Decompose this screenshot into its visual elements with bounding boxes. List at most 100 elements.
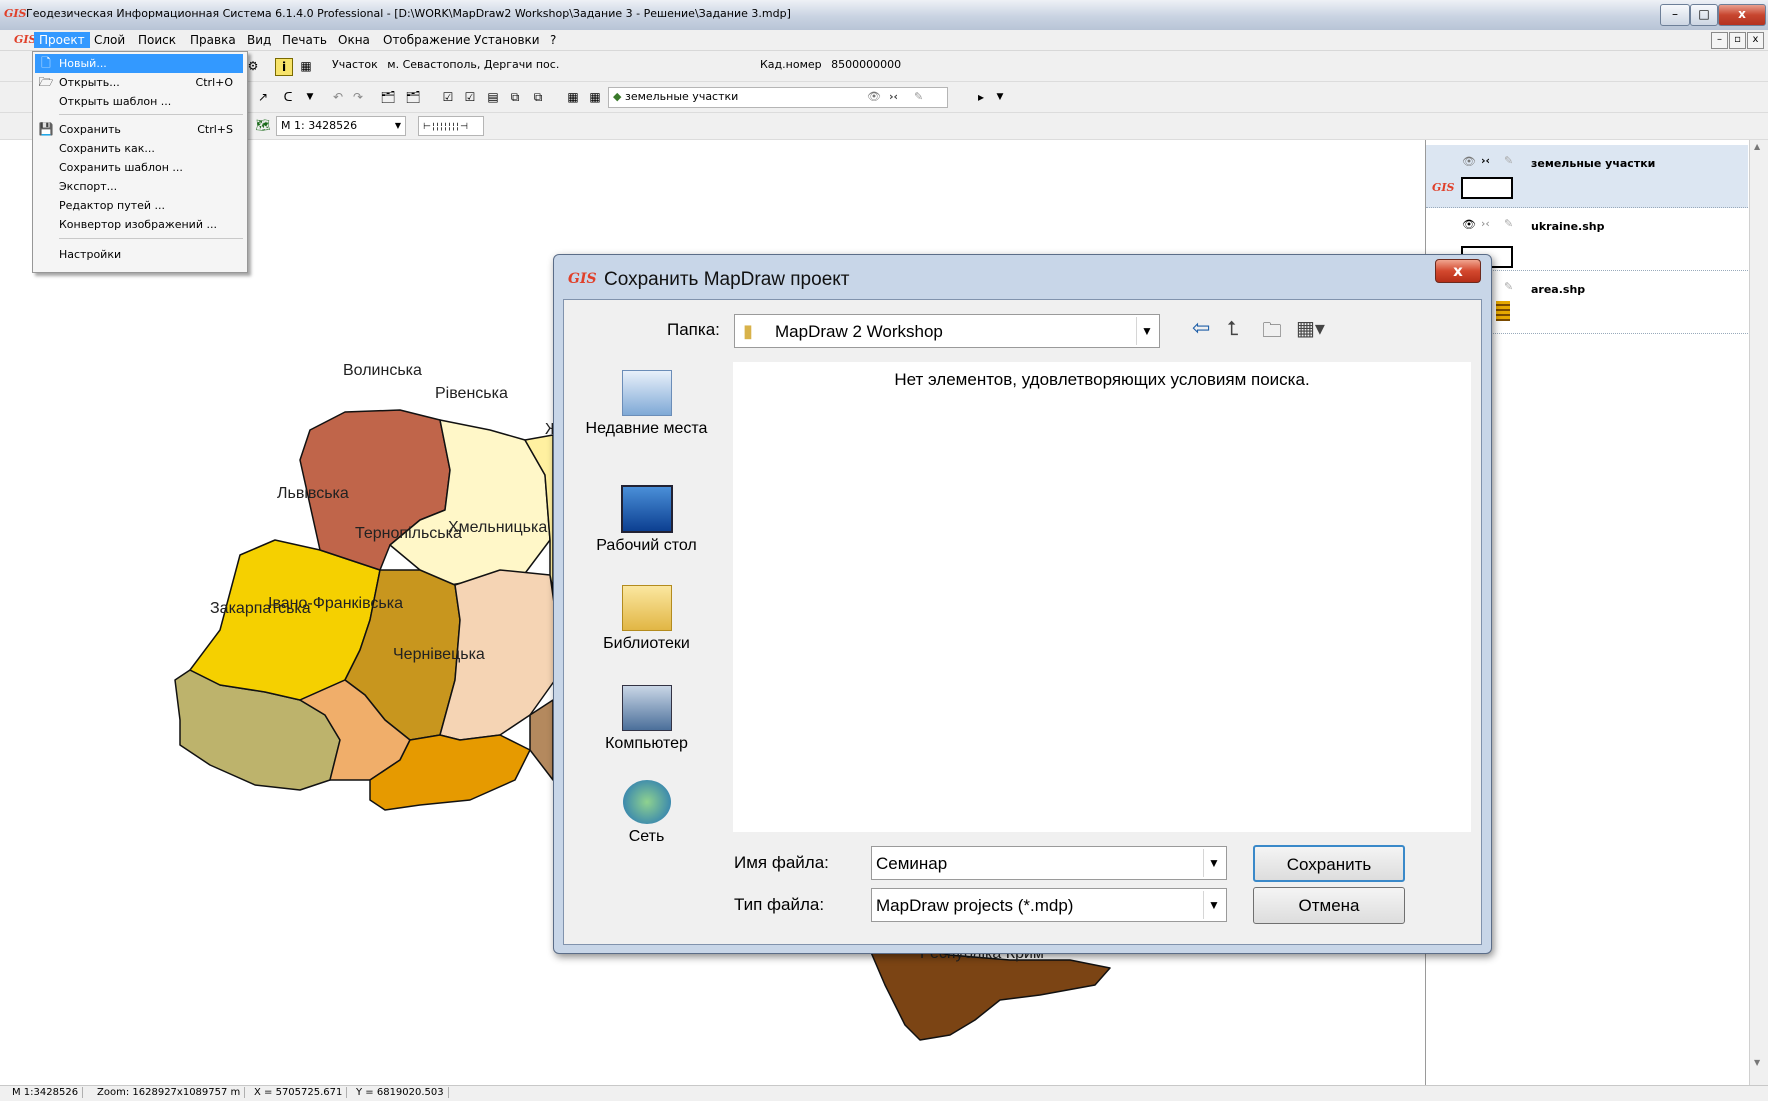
layer-edit-icon[interactable]: 🗂 [405, 89, 421, 105]
menu-item-new[interactable]: 🗋 Новый... [35, 54, 243, 73]
maximize-button[interactable]: □ [1690, 4, 1718, 26]
menu-item-image-converter[interactable]: Конвертор изображений ... [35, 215, 243, 234]
paste-icon[interactable]: ⧉ [530, 89, 546, 105]
save-floppy-icon: 💾 [38, 122, 54, 136]
pencil-icon[interactable]: ✎ [1504, 154, 1513, 167]
minimize-button[interactable]: – [1660, 4, 1690, 26]
scale-value: М 1: 3428526 [281, 119, 358, 132]
label-rivne: Рівенська [435, 385, 508, 402]
layer-combo[interactable]: ◆ земельные участки 👁 ›‹ ✎ [608, 87, 948, 108]
parcel-icon[interactable]: ▦ [298, 58, 314, 74]
network-icon [622, 780, 671, 824]
menu-edit[interactable]: Правка [185, 32, 241, 48]
place-desktop[interactable]: Рабочий стол [584, 485, 709, 555]
folder-open-icon: 🗁 [38, 75, 54, 89]
filename-input[interactable]: Семинар ▼ [871, 846, 1227, 880]
new-folder-icon[interactable]: 🗀 [1262, 316, 1282, 350]
menu-display[interactable]: Отображение [378, 32, 475, 48]
folder-value: MapDraw 2 Workshop [775, 322, 943, 341]
mdi-minimize-button[interactable]: – [1711, 32, 1728, 49]
check-alt-icon[interactable]: ☑ [462, 89, 478, 105]
menu-item-label: Открыть... [59, 76, 120, 89]
place-computer[interactable]: Компьютер [584, 685, 709, 753]
draw-curve-icon[interactable]: ᑕ [280, 89, 296, 105]
place-libraries[interactable]: Библиотеки [584, 585, 709, 653]
menu-item-open[interactable]: 🗁 Открыть... Ctrl+O [35, 73, 243, 92]
chevron-down-icon[interactable]: ▼ [1136, 317, 1157, 345]
view-menu-icon[interactable]: ▦▾ [1296, 316, 1325, 340]
chevron-down-icon[interactable]: ▼ [1203, 891, 1224, 919]
scale-combo[interactable]: М 1: 3428526 ▼ [276, 116, 406, 136]
draw-line-icon[interactable]: ↗ [255, 89, 271, 105]
eye-icon[interactable]: 👁 [1462, 218, 1476, 231]
map-icon[interactable]: 🗺 [255, 117, 271, 133]
redo-icon[interactable]: ↷ [350, 89, 366, 105]
menu-help[interactable]: ? [545, 32, 561, 48]
new-document-icon: 🗋 [41, 56, 51, 70]
layers-scrollbar[interactable]: ▲ ▼ [1749, 140, 1768, 1085]
menu-item-label: Настройки [59, 248, 122, 261]
menu-item-settings[interactable]: Настройки [35, 245, 243, 264]
layer-name: ukraine.shp [1531, 220, 1605, 233]
undo-icon[interactable]: ↶ [330, 89, 346, 105]
save-button[interactable]: Сохранить [1253, 845, 1405, 882]
menu-item-save-as[interactable]: Сохранить как... [35, 139, 243, 158]
menu-item-open-template[interactable]: Открыть шаблон ... [35, 92, 243, 111]
menu-print[interactable]: Печать [277, 32, 332, 48]
menu-project[interactable]: Проект [34, 32, 90, 48]
folder-combo[interactable]: ▮ MapDraw 2 Workshop ▼ [734, 314, 1160, 348]
filetype-select[interactable]: MapDraw projects (*.mdp) ▼ [871, 888, 1227, 922]
scroll-up-icon[interactable]: ▲ [1754, 142, 1760, 151]
mdi-restore-button[interactable]: ▫ [1729, 32, 1746, 49]
select-arrows-icon[interactable]: ›‹ [1481, 217, 1490, 230]
menu-settings[interactable]: Установки [469, 32, 545, 48]
layer-add-icon[interactable]: 🗂 [380, 89, 396, 105]
cadastral-value: 8500000000 [831, 58, 902, 71]
pencil-icon[interactable]: ✎ [914, 90, 923, 103]
project-menu: 🗋 Новый... 🗁 Открыть... Ctrl+O Открыть ш… [32, 51, 248, 273]
label-chernivtsi: Чернівецька [393, 646, 485, 663]
copy-icon[interactable]: ⧉ [507, 89, 523, 105]
chevron-down-icon[interactable]: ▼ [1203, 849, 1224, 877]
layer-style-swatch[interactable] [1461, 177, 1513, 199]
menu-item-export[interactable]: Экспорт... [35, 177, 243, 196]
layer-item[interactable]: 👁 ›‹ ✎ земельные участки GIS [1426, 145, 1748, 208]
mdi-close-button[interactable]: x [1747, 32, 1764, 49]
menu-item-save[interactable]: 💾 Сохранить Ctrl+S [35, 120, 243, 139]
up-folder-icon[interactable]: ⮤ [1227, 316, 1239, 340]
pencil-icon[interactable]: ✎ [1504, 280, 1513, 293]
status-x: X = 5705725.671 [250, 1087, 348, 1098]
table-icon[interactable]: ▦ [565, 89, 581, 105]
toolbar-parcel: ⚙ i ▦ Участок м. Севастополь, Дергачи по… [0, 51, 1768, 82]
eye-icon[interactable]: 👁 [867, 90, 881, 103]
region-vinnytsia [529, 699, 554, 781]
menu-item-path-editor[interactable]: Редактор путей ... [35, 196, 243, 215]
cancel-button[interactable]: Отмена [1253, 887, 1405, 924]
close-window-button[interactable]: x [1718, 4, 1766, 26]
menu-view[interactable]: Вид [242, 32, 276, 48]
check-icon[interactable]: ☑ [440, 89, 456, 105]
place-label: Сеть [628, 828, 665, 845]
table-alt-icon[interactable]: ▦ [587, 89, 603, 105]
info-icon[interactable]: i [275, 58, 293, 76]
dialog-close-button[interactable]: x [1435, 259, 1481, 283]
folder-icon: ▮ [743, 321, 753, 341]
play-dropdown-icon[interactable]: ▼ [992, 89, 1008, 105]
menu-windows[interactable]: Окна [333, 32, 375, 48]
select-arrows-icon[interactable]: ›‹ [889, 90, 898, 103]
document-icon[interactable]: ▤ [485, 89, 501, 105]
place-network[interactable]: Сеть [584, 780, 709, 846]
back-icon[interactable]: ⇦ [1192, 316, 1210, 341]
file-list[interactable]: Нет элементов, удовлетворяющих условиям … [733, 362, 1471, 832]
pencil-icon[interactable]: ✎ [1504, 217, 1513, 230]
menu-layer[interactable]: Слой [89, 32, 130, 48]
scroll-down-icon[interactable]: ▼ [1754, 1058, 1760, 1067]
menu-item-label: Сохранить шаблон ... [59, 161, 183, 174]
eye-icon[interactable]: 👁 [1462, 155, 1476, 168]
place-recent[interactable]: Недавние места [584, 370, 709, 438]
dropdown-arrow-icon[interactable]: ▼ [302, 89, 318, 105]
menu-item-save-template[interactable]: Сохранить шаблон ... [35, 158, 243, 177]
select-arrows-icon[interactable]: ›‹ [1481, 154, 1490, 167]
menu-search[interactable]: Поиск [133, 32, 181, 48]
play-icon[interactable]: ▸ [973, 89, 989, 105]
